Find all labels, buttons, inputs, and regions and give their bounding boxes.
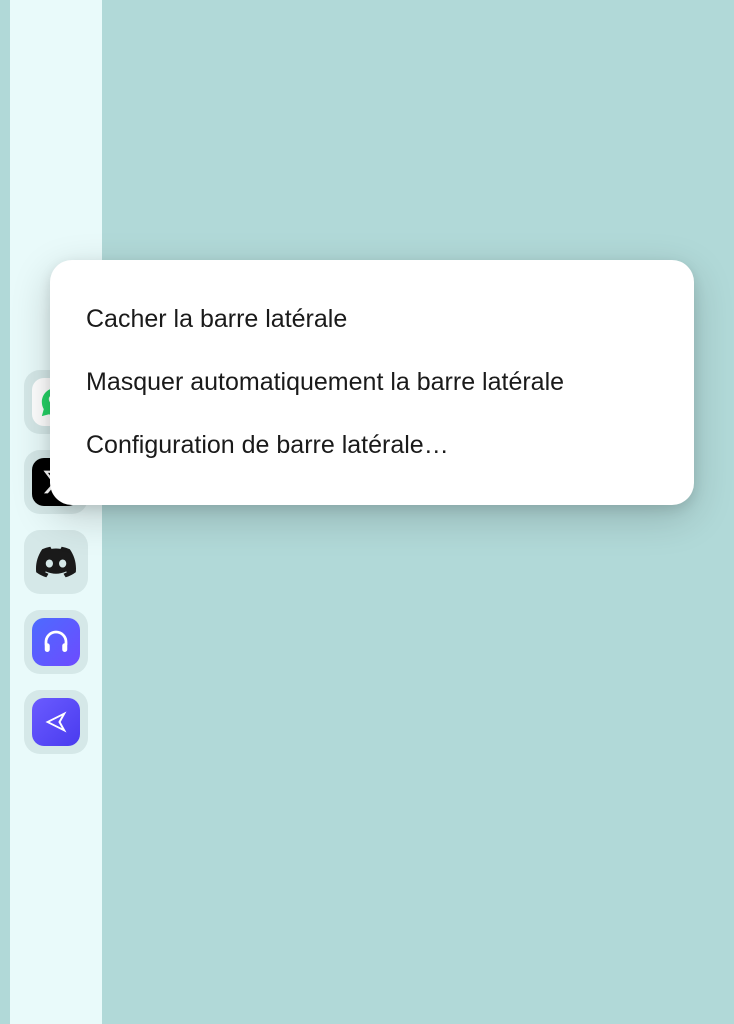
sidebar <box>10 0 102 1024</box>
left-edge-strip <box>0 0 10 1024</box>
menu-item-configure-sidebar[interactable]: Configuration de barre latérale… <box>50 414 694 477</box>
menu-item-hide-sidebar[interactable]: Cacher la barre latérale <box>50 288 694 351</box>
sidebar-item-discord[interactable] <box>24 530 88 594</box>
sidebar-item-headphones[interactable] <box>24 610 88 674</box>
discord-icon <box>32 538 80 586</box>
sidebar-item-send[interactable] <box>24 690 88 754</box>
headphones-icon <box>32 618 80 666</box>
send-icon <box>32 698 80 746</box>
menu-item-auto-hide-sidebar[interactable]: Masquer automatiquement la barre latéral… <box>50 351 694 414</box>
context-menu: Cacher la barre latérale Masquer automat… <box>50 260 694 505</box>
